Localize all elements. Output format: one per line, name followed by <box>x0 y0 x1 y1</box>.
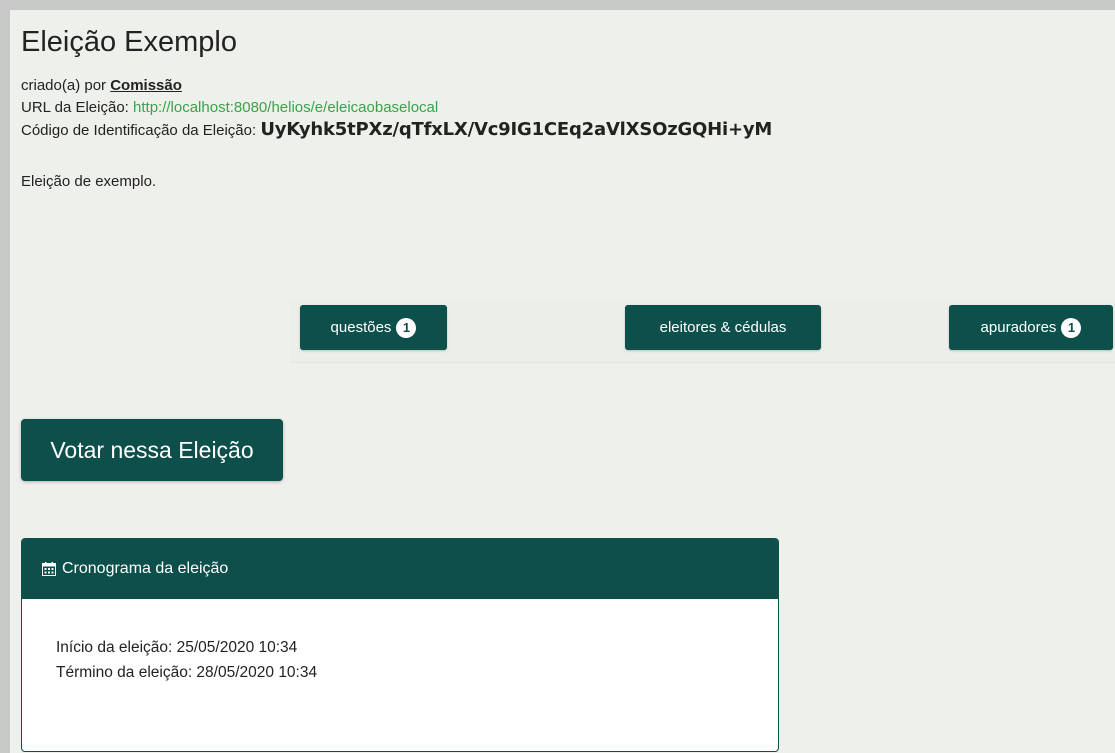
schedule-body: Início da eleição: 25/05/2020 10:34 Térm… <box>22 599 778 685</box>
window-frame-left <box>0 0 10 753</box>
hash-line: Código de Identificação da Eleição: UyKy… <box>21 119 1115 142</box>
trustees-label: apuradores <box>980 319 1057 336</box>
election-description: Eleição de exemplo. <box>21 173 157 190</box>
questions-label: questões <box>330 319 392 336</box>
creator-link[interactable]: Comissão <box>110 77 182 94</box>
trustees-button[interactable]: apuradores 1 <box>949 305 1113 350</box>
window-frame-top <box>0 0 1115 10</box>
creator-line: criado(a) por Comissão <box>21 75 1115 97</box>
url-line: URL da Eleição: http://localhost:8080/he… <box>21 97 1115 119</box>
questions-count-badge: 1 <box>396 317 417 338</box>
calendar-icon <box>42 562 56 576</box>
questions-button[interactable]: questões 1 <box>300 305 447 350</box>
election-url-link[interactable]: http://localhost:8080/helios/e/eleicaoba… <box>133 99 438 116</box>
voters-ballots-label: eleitores & cédulas <box>659 319 787 336</box>
hash-label: Código de Identificação da Eleição: <box>21 122 261 139</box>
schedule-panel-header: Cronograma da eleição <box>22 539 778 599</box>
page-title: Eleição Exemplo <box>21 26 237 58</box>
election-start: Início da eleição: 25/05/2020 10:34 <box>56 639 298 656</box>
election-end: Término da eleição: 28/05/2020 10:34 <box>56 664 318 681</box>
schedule-title: Cronograma da eleição <box>62 560 229 577</box>
voters-ballots-button[interactable]: eleitores & cédulas <box>625 305 821 350</box>
schedule-panel: Cronograma da eleição Início da eleição:… <box>21 538 779 752</box>
trustees-count-badge: 1 <box>1061 317 1082 338</box>
creator-prefix: criado(a) por <box>21 77 111 94</box>
election-hash: UyKyhk5tPXz/qTfxLX/Vc9IG1CEq2aVlXSOzGQHi… <box>260 119 773 140</box>
vote-button[interactable]: Votar nessa Eleição <box>21 419 283 481</box>
url-label: URL da Eleição: <box>21 99 134 116</box>
